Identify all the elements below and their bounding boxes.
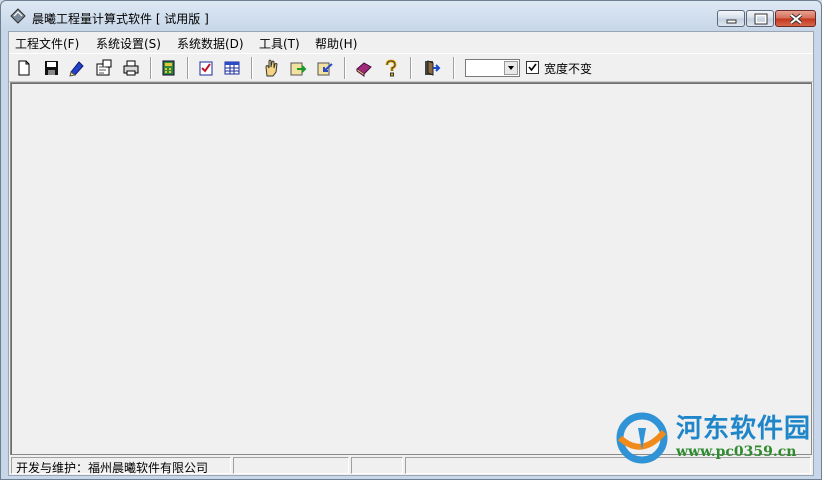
- properties-button[interactable]: [94, 58, 114, 78]
- calculator-button[interactable]: [159, 58, 179, 78]
- status-developer: 开发与维护：福州晨曦软件有限公司: [11, 457, 231, 475]
- toolbar-separator: [410, 57, 411, 79]
- keep-width-checkbox[interactable]: [526, 61, 539, 74]
- table-icon: [224, 61, 240, 75]
- import-button[interactable]: [315, 58, 335, 78]
- width-combo[interactable]: [465, 59, 520, 77]
- edit-button[interactable]: [67, 58, 87, 78]
- exit-button[interactable]: [421, 58, 441, 78]
- help-button[interactable]: [381, 58, 401, 78]
- menu-project-file[interactable]: 工程文件(F): [15, 35, 79, 52]
- new-file-icon: [18, 60, 30, 76]
- select-tool-button[interactable]: [261, 58, 281, 78]
- checklist-button[interactable]: [196, 58, 216, 78]
- menu-tools[interactable]: 工具(T): [259, 35, 300, 52]
- hand-icon: [265, 59, 278, 77]
- status-panel-2: [233, 457, 349, 474]
- toolbar-separator: [150, 57, 151, 79]
- book-icon: [356, 62, 372, 77]
- print-button[interactable]: [121, 58, 141, 78]
- menu-system-settings[interactable]: 系统设置(S): [96, 35, 161, 52]
- export-button[interactable]: [288, 58, 308, 78]
- watermark-name: 河东软件园: [676, 414, 812, 444]
- properties-icon: [96, 59, 112, 76]
- watermark-logo-icon: [616, 412, 668, 464]
- print-icon: [123, 60, 139, 76]
- combo-dropdown-button[interactable]: [504, 61, 518, 75]
- minimize-button[interactable]: [717, 10, 745, 27]
- chevron-down-icon: [508, 66, 514, 70]
- maximize-button[interactable]: [746, 10, 774, 27]
- checklist-icon: [199, 61, 213, 76]
- import-icon: [317, 62, 333, 76]
- toolbar: 宽度不变: [9, 53, 813, 82]
- menu-help[interactable]: 帮助(H): [315, 35, 357, 52]
- watermark-url: www.pc0359.cn: [676, 444, 797, 460]
- checkmark-icon: [528, 63, 537, 72]
- exit-icon: [425, 60, 441, 76]
- window-title: 晨曦工程量计算式软件 [ 试用版 ]: [32, 12, 209, 26]
- maximize-icon: [754, 13, 768, 25]
- save-button[interactable]: [41, 58, 61, 78]
- status-panel-3: [351, 457, 403, 474]
- menu-bar: 工程文件(F) 系统设置(S) 系统数据(D) 工具(T) 帮助(H): [9, 32, 813, 52]
- close-button[interactable]: [775, 10, 816, 27]
- watermark: 河东软件园 www.pc0359.cn: [614, 406, 820, 472]
- toolbar-separator: [344, 57, 345, 79]
- toolbar-separator: [187, 57, 188, 79]
- calculator-icon: [162, 60, 175, 76]
- keep-width-label: 宽度不变: [544, 62, 593, 76]
- export-icon: [290, 62, 307, 76]
- app-logo-icon: [9, 7, 27, 25]
- menu-system-data[interactable]: 系统数据(D): [177, 35, 244, 52]
- save-icon: [45, 61, 58, 75]
- table-button[interactable]: [222, 58, 242, 78]
- close-icon: [789, 13, 803, 25]
- toolbar-separator: [251, 57, 252, 79]
- edit-pen-icon: [69, 61, 84, 77]
- toolbar-separator: [453, 57, 454, 79]
- title-bar[interactable]: 晨曦工程量计算式软件 [ 试用版 ]: [1, 1, 821, 30]
- help-icon: [385, 59, 397, 77]
- workspace-area[interactable]: [10, 82, 812, 455]
- manual-button[interactable]: [354, 58, 374, 78]
- new-file-button[interactable]: [14, 58, 34, 78]
- minimize-icon: [726, 19, 737, 24]
